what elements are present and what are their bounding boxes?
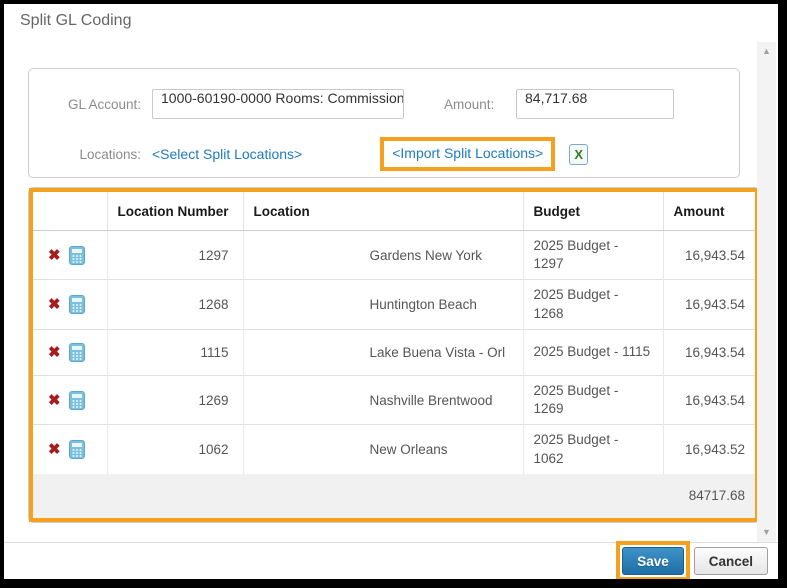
scroll-down-icon[interactable]: ▼ (762, 528, 771, 537)
gl-account-input[interactable]: 1000-60190-0000 Rooms: Commission (152, 89, 404, 119)
calculator-icon[interactable] (69, 246, 85, 265)
amount-label: Amount: (444, 97, 506, 112)
gl-account-label: GL Account: (29, 97, 141, 112)
highlight-box-table: Location Number Location Budget Amount ✖ (29, 188, 759, 522)
table-row: ✖ 1062 New Orleans 2025 Budget -1062 16,… (33, 425, 755, 474)
location-number-cell: 1062 (107, 425, 243, 474)
table-header-row: Location Number Location Budget Amount (33, 192, 755, 231)
calculator-icon[interactable] (69, 295, 85, 314)
gl-account-panel: GL Account: 1000-60190-0000 Rooms: Commi… (28, 68, 740, 178)
select-split-locations-link[interactable]: <Select Split Locations> (152, 146, 302, 162)
delete-row-icon[interactable]: ✖ (48, 345, 61, 360)
calculator-icon[interactable] (69, 391, 85, 410)
dialog-footer: Save Cancel (4, 542, 778, 579)
locations-label: Locations: (29, 147, 141, 162)
location-number-cell: 1297 (107, 231, 243, 280)
location-cell: Gardens New York (243, 231, 523, 280)
header-location-number: Location Number (107, 192, 243, 231)
table-row: ✖ 1297 Gardens New York 2025 Budget -129… (33, 231, 755, 280)
cancel-button[interactable]: Cancel (694, 547, 768, 575)
delete-row-icon[interactable]: ✖ (48, 442, 61, 457)
budget-cell: 2025 Budget -1268 (523, 280, 663, 329)
amount-input[interactable]: 84,717.68 (516, 89, 674, 119)
split-gl-coding-dialog: Split GL Coding GL Account: 1000-60190-0… (0, 0, 787, 588)
split-table-container: Location Number Location Budget Amount ✖ (28, 187, 760, 523)
table-total-row: 84717.68 (33, 474, 755, 518)
save-button[interactable]: Save (622, 547, 684, 575)
table-row: ✖ 1269 Nashville Brentwood 2025 Budget -… (33, 375, 755, 424)
location-cell: New Orleans (243, 425, 523, 474)
location-number-cell: 1115 (107, 329, 243, 375)
highlight-box-import: <Import Split Locations> (380, 137, 555, 171)
excel-export-icon[interactable]: X (569, 144, 588, 165)
header-budget: Budget (523, 192, 663, 231)
header-amount: Amount (663, 192, 755, 231)
calculator-icon[interactable] (69, 343, 85, 362)
table-row: ✖ 1115 Lake Buena Vista - Orl 2025 Budge… (33, 329, 755, 375)
table-row: ✖ 1268 Huntington Beach 2025 Budget -126… (33, 280, 755, 329)
location-cell: Nashville Brentwood (243, 375, 523, 424)
amount-cell: 16,943.54 (663, 375, 755, 424)
location-cell: Huntington Beach (243, 280, 523, 329)
import-split-locations-link[interactable]: <Import Split Locations> (392, 145, 543, 161)
amount-cell: 16,943.54 (663, 280, 755, 329)
delete-row-icon[interactable]: ✖ (48, 248, 61, 263)
location-number-cell: 1269 (107, 375, 243, 424)
highlight-box-save: Save (616, 541, 690, 581)
header-location: Location (243, 192, 523, 231)
budget-cell: 2025 Budget -1062 (523, 425, 663, 474)
vertical-scrollbar[interactable]: ▲ ▼ (757, 42, 776, 542)
budget-cell: 2025 Budget -1297 (523, 231, 663, 280)
split-locations-table: Location Number Location Budget Amount ✖ (33, 192, 755, 518)
delete-row-icon[interactable]: ✖ (48, 297, 61, 312)
split-total: 84717.68 (33, 474, 755, 518)
amount-cell: 16,943.52 (663, 425, 755, 474)
budget-cell: 2025 Budget -1269 (523, 375, 663, 424)
dialog-title: Split GL Coding (20, 12, 131, 30)
amount-cell: 16,943.54 (663, 231, 755, 280)
amount-cell: 16,943.54 (663, 329, 755, 375)
budget-cell: 2025 Budget - 1115 (523, 329, 663, 375)
calculator-icon[interactable] (69, 440, 85, 459)
delete-row-icon[interactable]: ✖ (48, 393, 61, 408)
header-actions (33, 192, 107, 231)
location-cell: Lake Buena Vista - Orl (243, 329, 523, 375)
location-number-cell: 1268 (107, 280, 243, 329)
scroll-up-icon[interactable]: ▲ (762, 47, 771, 56)
